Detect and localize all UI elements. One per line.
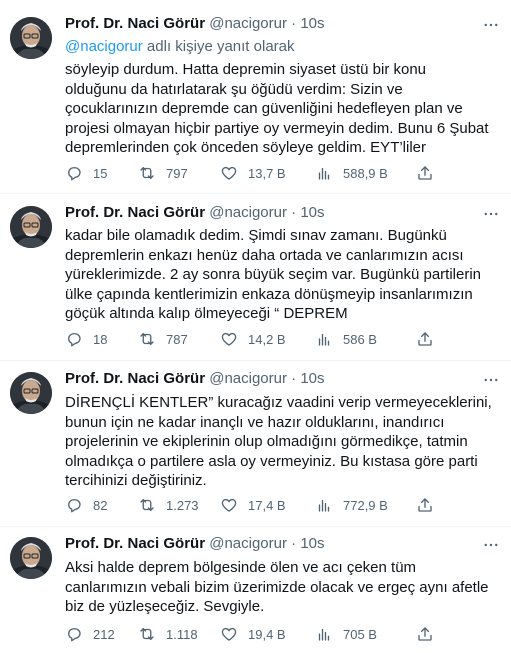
reply-icon <box>65 496 83 514</box>
reply-button[interactable]: 18 <box>65 329 107 349</box>
author-handle[interactable]: @nacigorur <box>209 15 287 32</box>
reply-icon <box>65 330 83 348</box>
retweet-icon <box>138 330 156 348</box>
like-count: 14,2 B <box>248 331 286 347</box>
share-icon <box>416 625 434 643</box>
like-count: 13,7 B <box>248 165 286 181</box>
more-options-icon[interactable] <box>482 16 500 34</box>
retweet-button[interactable]: 787 <box>138 329 188 349</box>
reply-count: 212 <box>93 626 115 642</box>
heart-icon <box>220 164 238 182</box>
reply-count: 15 <box>93 165 108 181</box>
avatar[interactable] <box>10 206 52 248</box>
reply-button[interactable]: 15 <box>65 163 107 183</box>
like-count: 17,4 B <box>248 497 286 513</box>
author-name[interactable]: Prof. Dr. Naci Görür <box>65 204 205 221</box>
separator-dot: · <box>291 535 297 552</box>
author-name[interactable]: Prof. Dr. Naci Görür <box>65 535 205 552</box>
tweet-text: söyleyip durdum. Hatta depremin siyaset … <box>65 61 489 156</box>
separator-dot: · <box>291 370 297 387</box>
retweet-count: 787 <box>166 331 188 347</box>
author-name[interactable]: Prof. Dr. Naci Görür <box>65 15 205 32</box>
like-count: 19,4 B <box>248 626 286 642</box>
share-button[interactable] <box>416 329 434 349</box>
author-name[interactable]: Prof. Dr. Naci Görür <box>65 370 205 387</box>
reply-context: @nacigorur adlı kişiye yanıt olarak <box>65 38 295 55</box>
reply-icon <box>65 164 83 182</box>
reply-count: 82 <box>93 497 108 513</box>
views-button[interactable]: 772,9 B <box>315 495 388 515</box>
separator-dot: · <box>291 204 297 221</box>
tweet[interactable]: Prof. Dr. Naci Görür @nacigorur · 10s Ak… <box>0 527 511 653</box>
timestamp[interactable]: 10s <box>300 370 324 387</box>
more-options-icon[interactable] <box>482 205 500 223</box>
like-button[interactable]: 13,7 B <box>220 163 286 183</box>
avatar[interactable] <box>10 372 52 414</box>
tweet-text: kadar bile olamadık dedim. Şimdi sınav z… <box>65 227 482 322</box>
views-button[interactable]: 705 B <box>315 624 377 644</box>
timestamp[interactable]: 10s <box>300 15 324 32</box>
view-count: 586 B <box>343 331 377 347</box>
more-options-icon[interactable] <box>482 371 500 389</box>
share-button[interactable] <box>416 495 434 515</box>
avatar[interactable] <box>10 537 52 579</box>
share-icon <box>416 496 434 514</box>
views-button[interactable]: 588,9 B <box>315 163 388 183</box>
view-count: 588,9 B <box>343 165 388 181</box>
like-button[interactable]: 17,4 B <box>220 495 286 515</box>
retweet-icon <box>138 496 156 514</box>
view-count: 772,9 B <box>343 497 388 513</box>
retweet-button[interactable]: 1.118 <box>138 624 198 644</box>
tweet-text: DİRENÇLİ KENTLER” kuracağız vaadini veri… <box>65 394 492 489</box>
retweet-button[interactable]: 797 <box>138 163 188 183</box>
tweet-actions: 212 1.118 19,4 B 705 B <box>65 624 495 644</box>
tweet-actions: 15 797 13,7 B 588,9 B <box>65 163 495 183</box>
retweet-icon <box>138 625 156 643</box>
share-icon <box>416 164 434 182</box>
views-chart-icon <box>315 625 333 643</box>
tweet[interactable]: Prof. Dr. Naci Görür @nacigorur · 10s Dİ… <box>0 361 511 521</box>
views-chart-icon <box>315 330 333 348</box>
timestamp[interactable]: 10s <box>300 535 324 552</box>
author-handle[interactable]: @nacigorur <box>209 535 287 552</box>
tweet[interactable]: Prof. Dr. Naci Görür @nacigorur · 10s ka… <box>0 194 511 354</box>
retweet-count: 797 <box>166 165 188 181</box>
heart-icon <box>220 330 238 348</box>
more-options-icon[interactable] <box>482 536 500 554</box>
retweet-button[interactable]: 1.273 <box>138 495 199 515</box>
timestamp[interactable]: 10s <box>300 204 324 221</box>
avatar[interactable] <box>10 17 52 59</box>
retweet-icon <box>138 164 156 182</box>
views-chart-icon <box>315 164 333 182</box>
share-icon <box>416 330 434 348</box>
retweet-count: 1.118 <box>166 626 198 642</box>
reply-mention-link[interactable]: @nacigorur <box>65 38 143 55</box>
author-handle[interactable]: @nacigorur <box>209 370 287 387</box>
reply-context-text: adlı kişiye yanıt olarak <box>142 38 295 55</box>
view-count: 705 B <box>343 626 377 642</box>
separator-dot: · <box>291 15 297 32</box>
tweet[interactable]: Prof. Dr. Naci Görür @nacigorur · 10s @n… <box>0 0 511 193</box>
tweet-actions: 18 787 14,2 B 586 B <box>65 329 495 349</box>
heart-icon <box>220 625 238 643</box>
share-button[interactable] <box>416 163 434 183</box>
like-button[interactable]: 19,4 B <box>220 624 286 644</box>
like-button[interactable]: 14,2 B <box>220 329 286 349</box>
reply-icon <box>65 625 83 643</box>
tweet-text: Aksi halde deprem bölgesinde ölen ve acı… <box>65 559 489 615</box>
share-button[interactable] <box>416 624 434 644</box>
views-chart-icon <box>315 496 333 514</box>
reply-button[interactable]: 212 <box>65 624 115 644</box>
retweet-count: 1.273 <box>166 497 199 513</box>
author-handle[interactable]: @nacigorur <box>209 204 287 221</box>
tweet-actions: 82 1.273 17,4 B 772,9 B <box>65 495 495 515</box>
reply-button[interactable]: 82 <box>65 495 107 515</box>
views-button[interactable]: 586 B <box>315 329 377 349</box>
reply-count: 18 <box>93 331 108 347</box>
heart-icon <box>220 496 238 514</box>
